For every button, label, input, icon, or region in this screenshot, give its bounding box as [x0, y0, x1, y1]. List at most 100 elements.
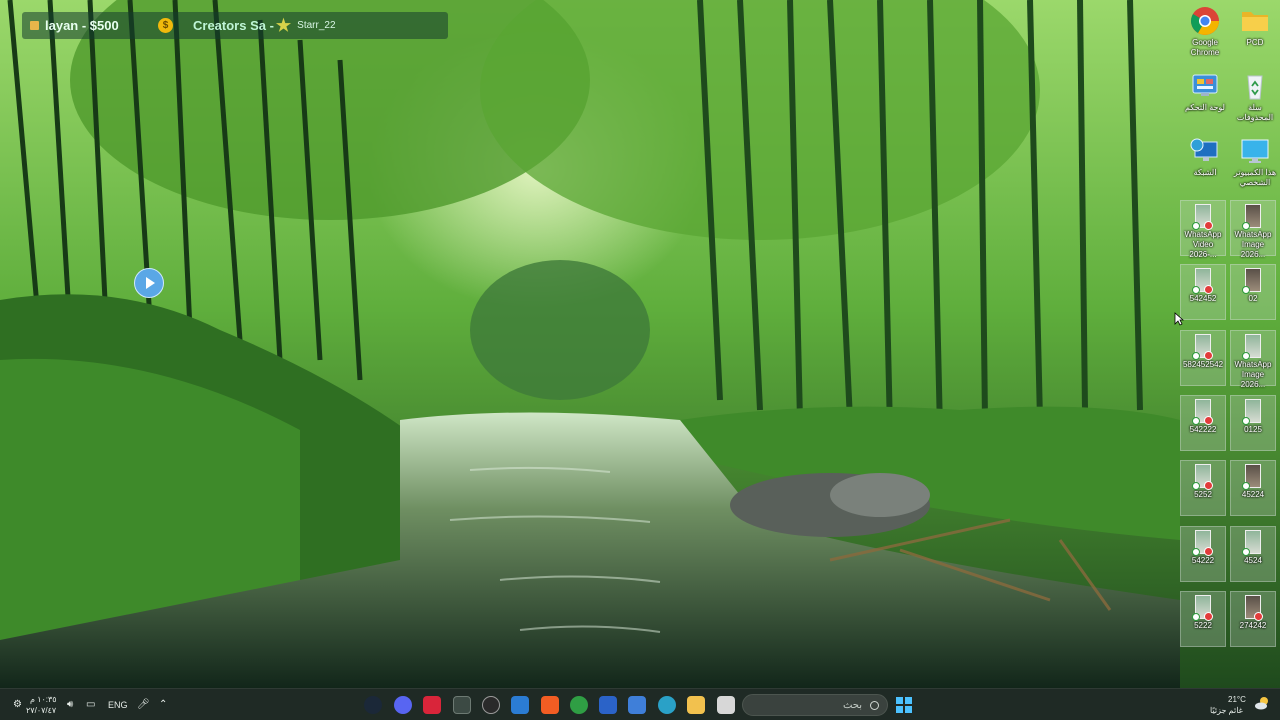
store-icon[interactable] [628, 696, 646, 714]
file-label: 542222 [1189, 425, 1217, 434]
sync-status-icon [1242, 548, 1250, 556]
file-icon[interactable]: 54222 [1180, 526, 1226, 582]
image-thumbnail-icon [1192, 268, 1213, 294]
file-label: 02 [1248, 294, 1258, 303]
settings-icon[interactable]: ⚙ [13, 699, 22, 711]
file-label: 4524 [1244, 556, 1262, 565]
desktop-icon-network[interactable]: الشبكة [1181, 136, 1229, 178]
file-icon[interactable]: WhatsApp Image 2026... [1230, 330, 1276, 389]
donation-alert: layan - $500 [30, 18, 158, 33]
file-icon[interactable]: 274242 [1230, 591, 1276, 647]
sync-status-icon [1242, 352, 1250, 360]
image-thumbnail-icon [1192, 334, 1213, 360]
whatsapp-overlay-icon [1204, 285, 1213, 294]
file-icon[interactable]: 542222 [1180, 395, 1226, 451]
image-thumbnail-icon [1192, 464, 1213, 490]
close-app-icon[interactable] [453, 696, 471, 714]
weather-desc: غائم جزئيًا [1210, 706, 1243, 715]
edge-icon[interactable] [658, 696, 676, 714]
white-app-icon[interactable] [717, 696, 735, 714]
mail-icon[interactable] [511, 696, 529, 714]
file-explorer-icon[interactable] [687, 696, 705, 714]
star-icon: ★ [275, 16, 292, 35]
sync-status-icon [1192, 613, 1200, 621]
brave-icon[interactable] [541, 696, 559, 714]
image-thumbnail-icon [1192, 595, 1213, 621]
clock-date: ٢٧/٠٧/٤٧ [26, 706, 57, 715]
sync-status-icon [1192, 286, 1200, 294]
image-thumbnail-icon [1192, 399, 1213, 425]
network-status-icon[interactable]: ▭ [86, 699, 95, 711]
steam-icon[interactable] [364, 696, 382, 714]
chrome-taskbar-icon[interactable] [570, 696, 588, 714]
whatsapp-overlay-icon [1204, 612, 1213, 621]
chevron-up-icon[interactable]: ⌃ [159, 699, 167, 711]
file-label: 5252 [1194, 490, 1212, 499]
search-input[interactable]: بحث [742, 694, 888, 716]
sync-status-icon [1192, 222, 1200, 230]
desktop-icon-label: سلة المحذوفات [1236, 103, 1274, 122]
sync-status-icon [1192, 417, 1200, 425]
desktop-icon-this-pc[interactable]: هذا الكمبيوتر الشخصي [1231, 136, 1279, 188]
play-button[interactable] [134, 268, 164, 298]
recycle-bin-icon [1239, 71, 1271, 101]
file-icon[interactable]: 5222 [1180, 591, 1226, 647]
sync-status-icon [1192, 482, 1200, 490]
desktop-icon-control-panel[interactable]: لوحة التحكم [1181, 71, 1229, 113]
desktop-icon-chrome[interactable]: Google Chrome [1181, 6, 1229, 58]
desktop-icon-label: لوحة التحكم [1184, 103, 1225, 112]
play-icon [145, 277, 155, 289]
image-thumbnail-icon [1242, 204, 1261, 230]
file-icon[interactable]: 0125 [1230, 395, 1276, 451]
whatsapp-overlay-icon [1204, 547, 1213, 556]
file-label: WhatsApp Image 2026... [1234, 230, 1272, 259]
subscriber-text: Creators Sa - [193, 18, 274, 33]
sync-status-icon [1192, 352, 1200, 360]
obs-icon[interactable] [482, 696, 500, 714]
file-icon[interactable]: WhatsApp Image 2026... [1230, 200, 1276, 259]
file-label: WhatsApp Image 2026... [1234, 360, 1272, 389]
image-thumbnail-icon [1192, 204, 1213, 230]
language-indicator[interactable]: ENG [108, 700, 128, 710]
donation-text: layan - $500 [45, 18, 119, 33]
file-icon[interactable]: 02 [1230, 264, 1276, 320]
stream-overlay-banner: layan - $500 $ Creators Sa - ★ Starr_22 [22, 12, 448, 39]
desktop-icon-label: هذا الكمبيوتر الشخصي [1233, 168, 1277, 187]
network-icon [1189, 136, 1221, 166]
file-label: 0125 [1244, 425, 1262, 434]
volume-icon[interactable]: 🔊︎ [67, 699, 73, 711]
file-icon[interactable]: 542452 [1180, 264, 1226, 320]
sync-status-icon [1242, 286, 1250, 294]
image-thumbnail-icon [1242, 334, 1261, 360]
desktop-icon-pcd[interactable]: PCD [1231, 6, 1279, 48]
word-icon[interactable] [599, 696, 617, 714]
clock[interactable]: ١٠:٣٥ م ٢٧/٠٧/٤٧ [26, 694, 62, 716]
whatsapp-overlay-icon [1204, 481, 1213, 490]
file-icon[interactable]: WhatsApp Video 2026-... [1180, 200, 1226, 259]
desktop-icon-label: Google Chrome [1190, 38, 1220, 57]
file-label: 54222 [1191, 556, 1215, 565]
image-thumbnail-icon [1242, 530, 1261, 556]
file-icon[interactable]: 4524 [1230, 526, 1276, 582]
start-button[interactable] [896, 697, 912, 713]
discord-icon[interactable] [394, 696, 412, 714]
chrome-icon [1189, 6, 1221, 36]
file-icon[interactable]: 582452542 [1180, 330, 1226, 386]
whatsapp-overlay-icon [1204, 351, 1213, 360]
file-icon[interactable]: 5252 [1180, 460, 1226, 516]
weather-widget[interactable]: 21°C غائم جزئيًا [1210, 694, 1272, 716]
windows-logo-icon [896, 697, 903, 704]
file-icon[interactable]: 45224 [1230, 460, 1276, 516]
microphone-icon[interactable]: 🎤︎ [137, 699, 150, 711]
whatsapp-overlay-icon [1254, 612, 1263, 621]
file-label: WhatsApp Video 2026-... [1184, 230, 1222, 259]
image-thumbnail-icon [1242, 464, 1261, 490]
red-app-icon[interactable] [423, 696, 441, 714]
follower-text: Starr_22 [297, 20, 336, 31]
folder-icon [1239, 6, 1271, 36]
partly-cloudy-icon [1255, 697, 1268, 710]
weather-temp: 21°C [1228, 695, 1246, 704]
desktop-wallpaper [0, 0, 1280, 688]
desktop-icon-recycle-bin[interactable]: سلة المحذوفات [1231, 71, 1279, 123]
sync-status-icon [1242, 482, 1250, 490]
